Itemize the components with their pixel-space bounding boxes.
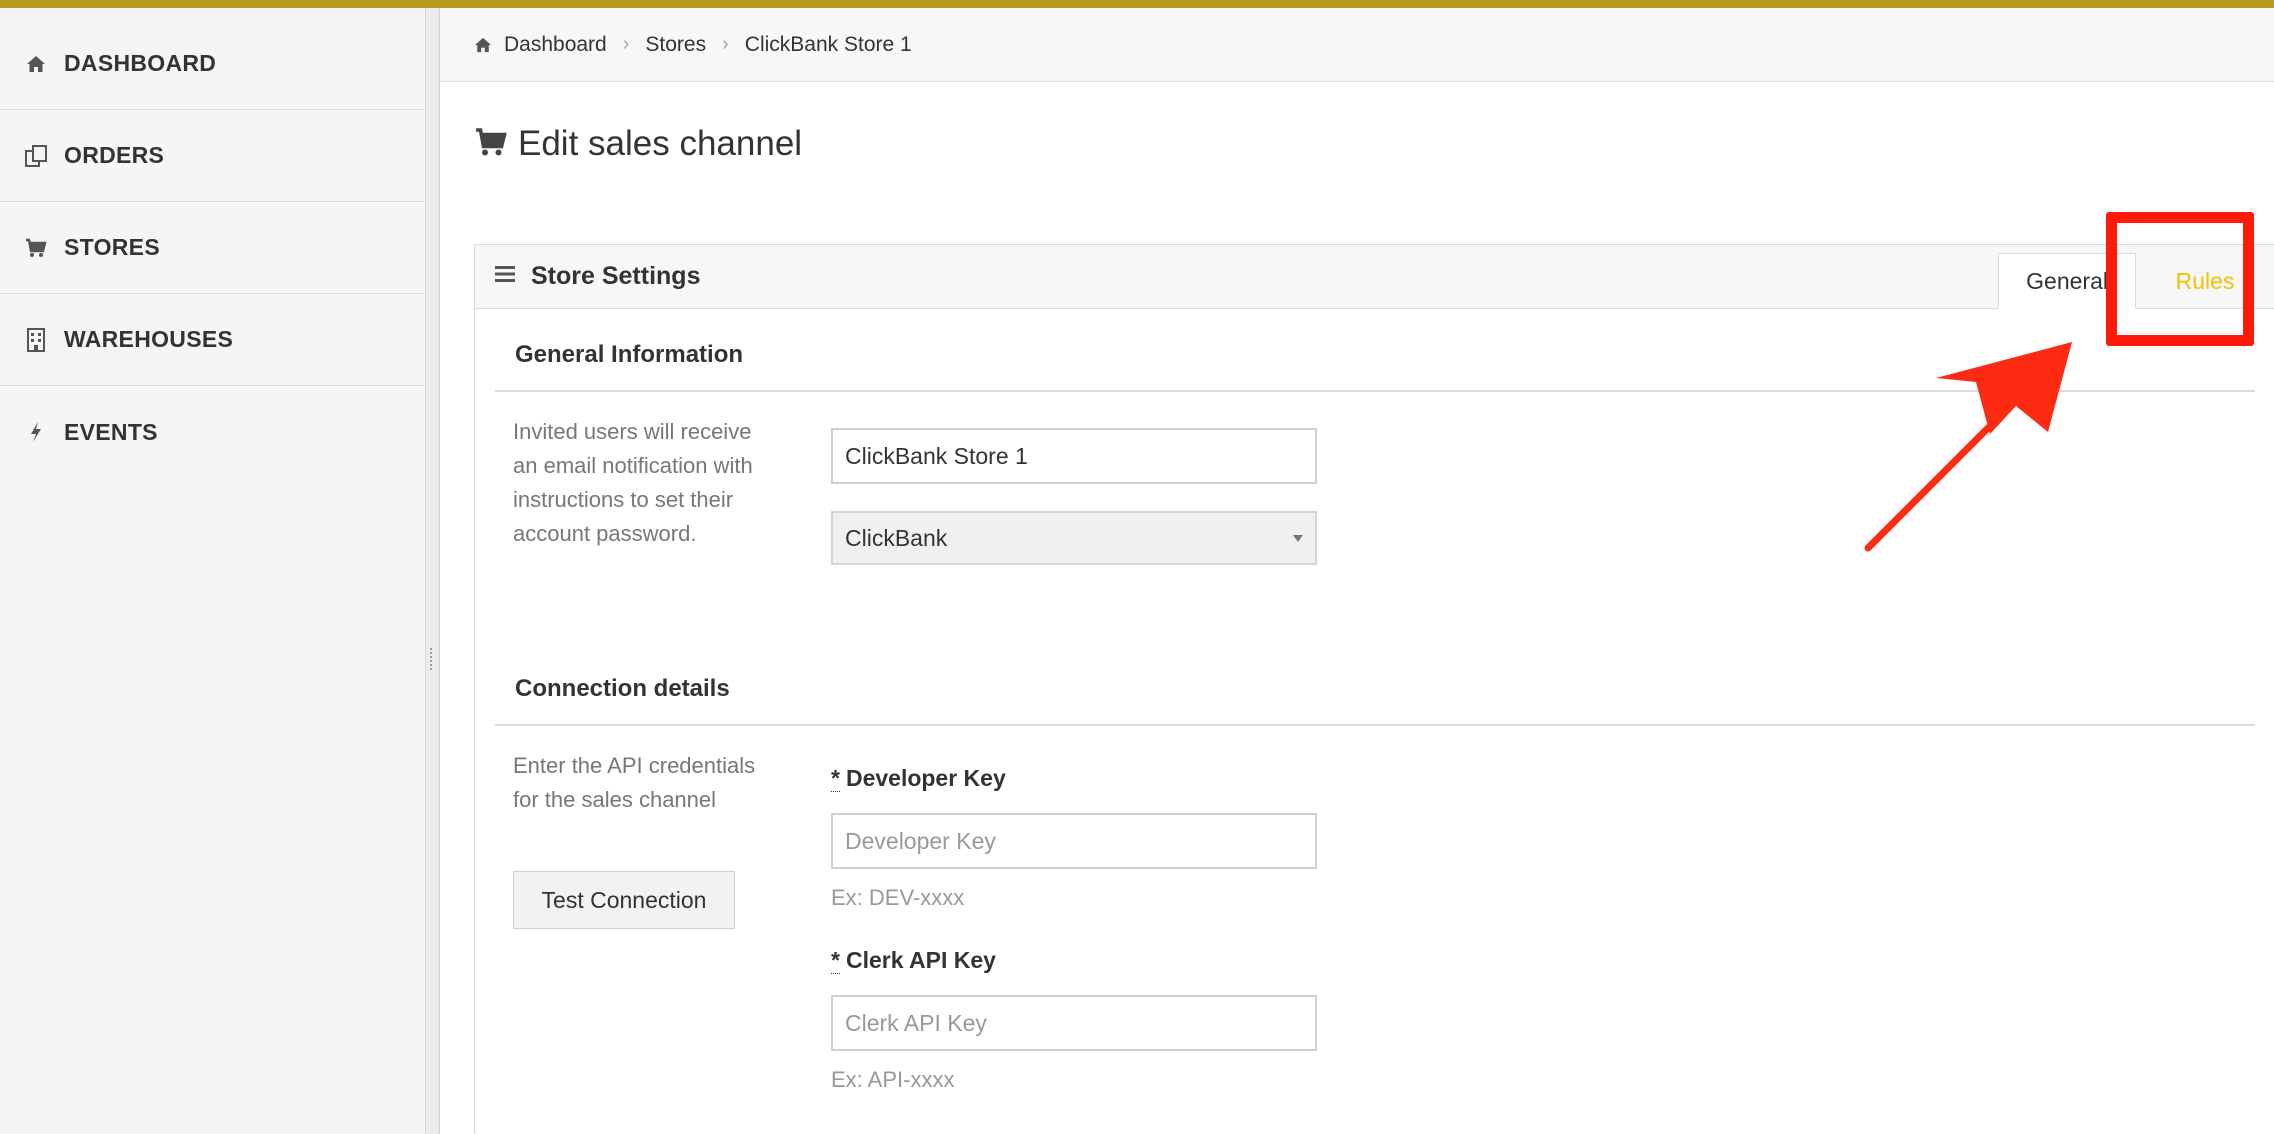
panel-title: Store Settings	[531, 262, 701, 290]
orders-icon	[22, 142, 50, 170]
page-title-row: Edit sales channel	[474, 124, 802, 164]
breadcrumb: Dashboard › Stores › ClickBank Store 1	[440, 8, 2274, 82]
general-info-help-text: Invited users will receive an email noti…	[513, 419, 753, 546]
sidebar: DASHBOARD ORDERS STORES WAREHOUSES EVENT…	[0, 8, 426, 1134]
sidebar-item-label: WAREHOUSES	[64, 326, 234, 352]
home-icon	[22, 50, 50, 78]
sidebar-item-events[interactable]: EVENTS	[0, 386, 425, 478]
menu-icon	[495, 265, 515, 288]
required-mark: *	[831, 947, 840, 974]
page-title: Edit sales channel	[518, 124, 803, 163]
field-label-text: Developer Key	[845, 765, 1006, 791]
clerk-api-key-label: * Clerk API Key	[831, 947, 996, 974]
developer-key-label: * Developer Key	[831, 765, 1006, 792]
sidebar-item-orders[interactable]: ORDERS	[0, 110, 425, 202]
section-title-connection-details: Connection details	[515, 675, 730, 702]
store-name-input[interactable]: ClickBank Store 1	[831, 428, 1317, 484]
bolt-icon	[22, 418, 50, 446]
annotation-arrow-icon	[1864, 342, 2072, 552]
field-label-text: Clerk API Key	[845, 947, 996, 973]
divider	[495, 724, 2255, 726]
chevron-right-icon: ›	[722, 33, 729, 55]
panel-header: Store Settings General Rules	[475, 245, 2274, 309]
cart-icon	[474, 127, 508, 162]
test-connection-button[interactable]: Test Connection	[513, 871, 735, 929]
chevron-down-icon	[1293, 535, 1303, 542]
connection-help-text: Enter the API credentials for the sales …	[513, 753, 756, 812]
home-icon[interactable]	[474, 37, 492, 53]
cart-icon	[22, 234, 50, 262]
developer-key-hint: Ex: DEV-xxxx	[831, 885, 965, 910]
sidebar-item-dashboard[interactable]: DASHBOARD	[0, 18, 425, 110]
sidebar-item-label: ORDERS	[64, 142, 165, 168]
sidebar-item-label: DASHBOARD	[64, 50, 217, 76]
breadcrumb-stores[interactable]: Stores	[645, 33, 706, 57]
breadcrumb-dashboard[interactable]: Dashboard	[504, 33, 607, 57]
chevron-right-icon: ›	[622, 33, 630, 55]
sidebar-resize-handle[interactable]	[426, 8, 440, 1134]
developer-key-input[interactable]: Developer Key	[831, 813, 1317, 869]
sidebar-item-label: STORES	[64, 234, 160, 260]
select-value: ClickBank	[845, 524, 948, 551]
sidebar-item-stores[interactable]: STORES	[0, 202, 425, 294]
building-icon	[22, 326, 50, 354]
main-content: Dashboard › Stores › ClickBank Store 1 E…	[440, 8, 2274, 1134]
clerk-api-key-hint: Ex: API-xxxx	[831, 1067, 955, 1092]
breadcrumb-current: ClickBank Store 1	[744, 32, 912, 56]
grip-icon	[430, 648, 434, 670]
annotation-highlight-box	[2106, 212, 2254, 346]
top-accent-strip	[0, 0, 2274, 8]
section-title-general-information: General Information	[515, 341, 744, 368]
required-mark: *	[831, 765, 840, 792]
sidebar-item-warehouses[interactable]: WAREHOUSES	[0, 294, 425, 386]
sidebar-item-label: EVENTS	[64, 418, 158, 445]
clerk-api-key-input[interactable]: Clerk API Key	[831, 995, 1317, 1051]
sales-channel-select[interactable]: ClickBank	[831, 511, 1317, 565]
